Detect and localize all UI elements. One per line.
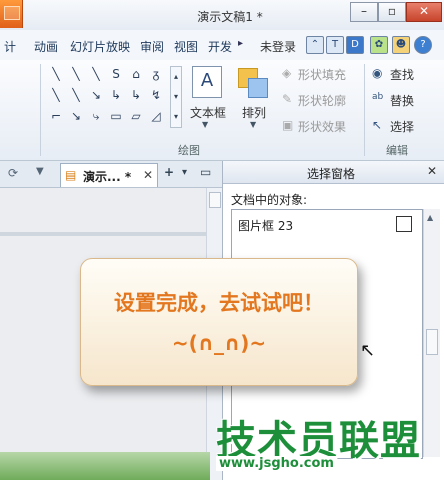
new-tab-dropdown-icon[interactable]: ▾ [182, 167, 187, 178]
tab-scroll-right-icon[interactable]: ▸ [238, 38, 243, 49]
shape-gallery-item[interactable]: ↳ [108, 87, 124, 103]
arrange-button[interactable]: 排列 [242, 104, 266, 121]
group-label-drawing: 绘图 [178, 144, 200, 157]
scroll-up-icon[interactable]: ▲ [427, 213, 433, 222]
objects-label: 文档中的对象: [231, 193, 308, 207]
tab-slideshow[interactable]: 幻灯片放映 [70, 38, 130, 55]
new-tab-icon[interactable]: + [164, 165, 174, 179]
pane-close-icon[interactable]: ✕ [427, 164, 437, 178]
tab-design[interactable]: 计 [4, 38, 16, 55]
object-name: 图片框 23 [238, 219, 294, 233]
shape-gallery-item[interactable]: ⌂ [128, 66, 144, 82]
callout-emoticon: ~(∩_∩)~ [171, 331, 267, 355]
shape-gallery-item[interactable]: ↯ [148, 87, 164, 103]
find-button[interactable]: 查找 [390, 66, 414, 83]
ribbon: ╲ ╲ ╲ S ⌂ ᵹ ╲ ╲ ↘ ↳ ↳ ↯ ⌐ ↘ ⤷ ▭ ▱ ◿ ▴ ▾ ▾ A 文本框 ▼ 排列 ▼ ◈ 形状… [0, 60, 444, 161]
shape-gallery-item[interactable]: ╲ [48, 87, 64, 103]
app-menu-button[interactable] [0, 0, 23, 28]
tab-review[interactable]: 审阅 [140, 38, 164, 55]
tab-list-dropdown-icon[interactable]: ▼ [36, 166, 44, 177]
d-app-icon[interactable]: D [346, 36, 364, 54]
restore-button[interactable]: ▫ [378, 2, 406, 22]
group-separator [364, 64, 365, 156]
window-title: 演示文稿1 * [197, 10, 263, 24]
group-separator [40, 64, 41, 156]
document-tab-bar: ⟳ ▼ ▤ 演示... * ✕ + ▾ ▭ [0, 161, 222, 188]
tab-view[interactable]: 视图 [174, 38, 198, 55]
shape-gallery-item[interactable]: ↘ [88, 87, 104, 103]
window-list-icon[interactable]: ▭ [200, 165, 211, 179]
shapes-gallery[interactable]: ╲ ╲ ╲ S ⌂ ᵹ ╲ ╲ ↘ ↳ ↳ ↯ ⌐ ↘ ⤷ ▭ ▱ ◿ [48, 66, 176, 128]
textbox-icon[interactable]: A [192, 66, 222, 98]
shape-gallery-item[interactable]: ⌐ [48, 108, 64, 124]
textbox-button[interactable]: 文本框 [190, 104, 226, 121]
callout-message: 设置完成，去试试吧！ [114, 291, 324, 315]
app-icon [4, 6, 20, 20]
close-button[interactable]: ✕ [406, 2, 442, 22]
tab-developer[interactable]: 开发 [208, 38, 232, 55]
shape-gallery-item[interactable]: ↳ [128, 87, 144, 103]
replace-button[interactable]: 替换 [390, 92, 414, 109]
gallery-scroll[interactable]: ▴ ▾ ▾ [170, 66, 182, 128]
selection-pane-header: 选择窗格 ✕ [223, 161, 444, 184]
minimize-button[interactable]: – [350, 2, 378, 22]
document-tab-label: 演示... * [83, 170, 132, 184]
mouse-cursor-icon: ↖ [360, 340, 376, 361]
shirt-icon[interactable]: T [326, 36, 344, 54]
textbox-dropdown-icon[interactable]: ▼ [202, 120, 208, 129]
shape-gallery-item[interactable]: ╲ [68, 87, 84, 103]
shape-gallery-item[interactable]: ▱ [128, 108, 144, 124]
slide-edge [0, 232, 208, 236]
user-icon[interactable]: ☻ [392, 36, 410, 54]
document-icon: ▤ [65, 168, 77, 182]
shape-fill-button[interactable]: 形状填充 [298, 66, 346, 83]
minimize-icon: – [361, 4, 367, 18]
scroll-thumb[interactable] [209, 192, 221, 208]
status-strip [0, 452, 210, 480]
arrange-icon-back [248, 78, 268, 98]
watermark-url: www.jsgho.com [216, 456, 337, 471]
help-icon[interactable]: ? [414, 36, 432, 54]
shape-effects-button[interactable]: 形状效果 [298, 118, 346, 135]
shape-gallery-item[interactable]: ↘ [68, 108, 84, 124]
tip-callout: 设置完成，去试试吧！ ~(∩_∩)~ [80, 258, 358, 386]
paint-bucket-icon: ◈ [282, 66, 292, 80]
cursor-icon: ↖ [372, 118, 383, 132]
group-label-editing: 编辑 [386, 144, 408, 157]
selection-pane-title: 选择窗格 [307, 167, 356, 181]
binoculars-icon: ◉ [372, 66, 383, 80]
document-tab[interactable]: ▤ 演示... * ✕ [60, 163, 158, 187]
shape-gallery-item[interactable]: ᵹ [148, 66, 164, 82]
refresh-icon[interactable]: ⟳ [8, 166, 18, 180]
shape-gallery-item[interactable]: ╲ [48, 66, 64, 82]
scroll-thumb[interactable] [426, 329, 438, 355]
ribbon-tab-bar: 计 动画 幻灯片放映 审阅 视图 开发 ▸ 未登录 ⌃ T D ✿ ☻ ? [0, 30, 444, 61]
visibility-checkbox[interactable] [396, 216, 412, 232]
shape-gallery-item[interactable]: ◿ [148, 108, 164, 124]
restore-icon: ▫ [387, 4, 397, 18]
plugin-icon[interactable]: ✿ [370, 36, 388, 54]
select-button[interactable]: 选择 [390, 118, 414, 135]
collapse-icon[interactable]: ⌃ [306, 36, 324, 54]
shape-outline-button[interactable]: 形状轮廓 [298, 92, 346, 109]
shape-gallery-item[interactable]: ▭ [108, 108, 124, 124]
tab-animation[interactable]: 动画 [34, 38, 58, 55]
title-bar: 演示文稿1 * – ▫ ✕ [0, 0, 444, 31]
shape-gallery-item[interactable]: ╲ [68, 66, 84, 82]
close-icon: ✕ [418, 4, 430, 18]
shape-gallery-item[interactable]: ⤷ [88, 108, 104, 124]
replace-icon: ab [372, 92, 384, 102]
shape-gallery-item[interactable]: ╲ [88, 66, 104, 82]
shape-gallery-item[interactable]: S [108, 66, 124, 82]
effects-icon: ▣ [282, 118, 294, 132]
pen-icon: ✎ [282, 92, 293, 106]
pane-scrollbar[interactable]: ▲ [423, 209, 440, 457]
arrange-dropdown-icon[interactable]: ▼ [250, 120, 256, 129]
list-item[interactable]: 图片框 23 [232, 212, 420, 236]
login-status[interactable]: 未登录 [260, 38, 296, 55]
close-tab-icon[interactable]: ✕ [143, 168, 153, 182]
